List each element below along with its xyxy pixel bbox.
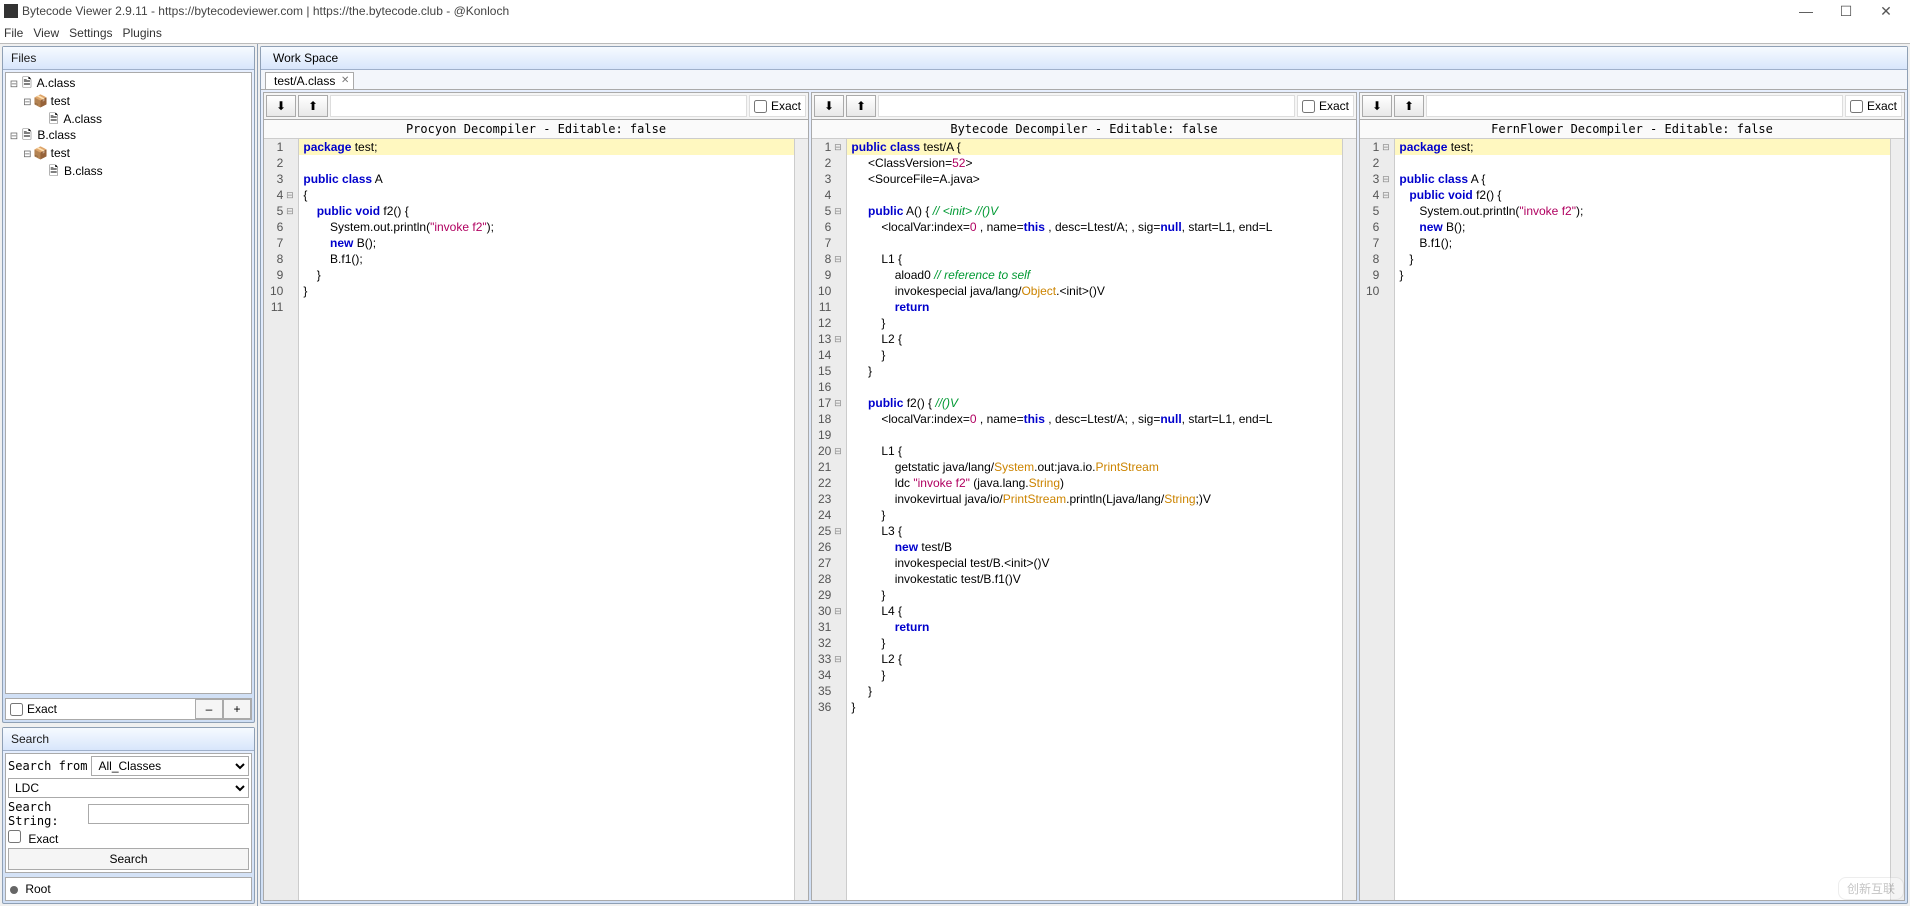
minimize-button[interactable]: —: [1786, 3, 1826, 19]
files-panel-title: Files: [3, 47, 254, 70]
root-label: Root: [25, 882, 50, 896]
files-exact-input[interactable]: [10, 703, 23, 716]
upload-icon[interactable]: ⬆︎: [846, 95, 876, 117]
line-gutter: 1⊟2 3 4 5⊟6 7 8⊟9 10 11 12 13⊟14 15 16 1…: [812, 139, 847, 900]
tab-close-icon[interactable]: ✕: [341, 75, 349, 86]
tree-node[interactable]: ⊟🗎 B.class: [8, 127, 249, 145]
search-panel: Search Search from All_Classes LDC Searc…: [2, 727, 255, 904]
maximize-button[interactable]: ☐: [1826, 3, 1866, 20]
window-titlebar: Bytecode Viewer 2.9.11 - https://bytecod…: [0, 0, 1910, 22]
viewer-exact-checkbox[interactable]: Exact: [1845, 95, 1902, 117]
menu-plugins[interactable]: Plugins: [123, 26, 162, 40]
tree-node[interactable]: 🗎 A.class: [8, 111, 249, 127]
toolbar-spacer: [330, 95, 747, 117]
files-exact-checkbox[interactable]: Exact: [6, 700, 195, 718]
code-area[interactable]: package test; public class A{ public voi…: [299, 139, 794, 900]
code-area[interactable]: package test; public class A { public vo…: [1395, 139, 1890, 900]
viewer-exact-checkbox[interactable]: Exact: [1297, 95, 1354, 117]
line-gutter: 1 2 3 4⊟5⊟6 7 8 9 10 11: [264, 139, 299, 900]
download-icon[interactable]: ⬇︎: [266, 95, 296, 117]
upload-icon[interactable]: ⬆︎: [298, 95, 328, 117]
watermark: 创新互联: [1838, 877, 1904, 900]
tab-strip: test/A.class ✕: [261, 70, 1907, 90]
tree-node[interactable]: ⊟📦 test: [8, 93, 249, 111]
app-icon: [4, 4, 18, 18]
toolbar-spacer: [878, 95, 1295, 117]
workspace-panel: Work Space test/A.class ✕ ⬇︎ ⬆︎ Exact Pr…: [260, 46, 1908, 904]
window-title: Bytecode Viewer 2.9.11 - https://bytecod…: [22, 4, 509, 18]
menubar: File View Settings Plugins: [0, 22, 1910, 44]
viewer-exact-checkbox[interactable]: Exact: [749, 95, 806, 117]
tab-active[interactable]: test/A.class ✕: [265, 72, 354, 89]
tree-collapse-button[interactable]: –: [195, 699, 223, 719]
scrollbar[interactable]: [794, 139, 808, 900]
search-string-label: Search String:: [8, 800, 84, 828]
viewer-header: FernFlower Decompiler - Editable: false: [1360, 120, 1904, 139]
search-string-input[interactable]: [88, 804, 249, 824]
tree-node[interactable]: ⊟📦 test: [8, 145, 249, 163]
search-results[interactable]: Root: [5, 877, 252, 901]
tree-node[interactable]: 🗎 B.class: [8, 163, 249, 179]
tree-expand-button[interactable]: +: [223, 699, 251, 719]
search-button[interactable]: Search: [8, 848, 249, 870]
search-exact-checkbox[interactable]: Exact: [8, 830, 58, 846]
root-icon: [10, 886, 18, 894]
menu-file[interactable]: File: [4, 26, 23, 40]
search-from-label: Search from: [8, 759, 87, 773]
viewer-header: Bytecode Decompiler - Editable: false: [812, 120, 1356, 139]
scrollbar[interactable]: [1890, 139, 1904, 900]
decompiler-viewer-0: ⬇︎ ⬆︎ Exact Procyon Decompiler - Editabl…: [263, 92, 809, 901]
workspace-title: Work Space: [261, 47, 1907, 70]
menu-view[interactable]: View: [33, 26, 59, 40]
line-gutter: 1⊟2 3⊟4⊟5 6 7 8 9 10: [1360, 139, 1395, 900]
decompiler-viewer-1: ⬇︎ ⬆︎ Exact Bytecode Decompiler - Editab…: [811, 92, 1357, 901]
search-exact-input[interactable]: [8, 830, 21, 843]
menu-settings[interactable]: Settings: [69, 26, 112, 40]
download-icon[interactable]: ⬇︎: [1362, 95, 1392, 117]
code-area[interactable]: public class test/A { <ClassVersion=52> …: [847, 139, 1342, 900]
decompiler-viewer-2: ⬇︎ ⬆︎ Exact FernFlower Decompiler - Edit…: [1359, 92, 1905, 901]
files-panel: Files ⊟🗎 A.class ⊟📦 test 🗎 A.class⊟🗎 B.c…: [2, 46, 255, 723]
tree-node[interactable]: ⊟🗎 A.class: [8, 75, 249, 93]
scrollbar[interactable]: [1342, 139, 1356, 900]
tab-label: test/A.class: [274, 74, 335, 88]
search-panel-title: Search: [3, 728, 254, 751]
viewer-header: Procyon Decompiler - Editable: false: [264, 120, 808, 139]
close-button[interactable]: ✕: [1866, 3, 1906, 20]
upload-icon[interactable]: ⬆︎: [1394, 95, 1424, 117]
download-icon[interactable]: ⬇︎: [814, 95, 844, 117]
file-tree[interactable]: ⊟🗎 A.class ⊟📦 test 🗎 A.class⊟🗎 B.class ⊟…: [5, 72, 252, 694]
search-type-select[interactable]: LDC: [8, 778, 249, 798]
toolbar-spacer: [1426, 95, 1843, 117]
search-from-select[interactable]: All_Classes: [91, 756, 249, 776]
